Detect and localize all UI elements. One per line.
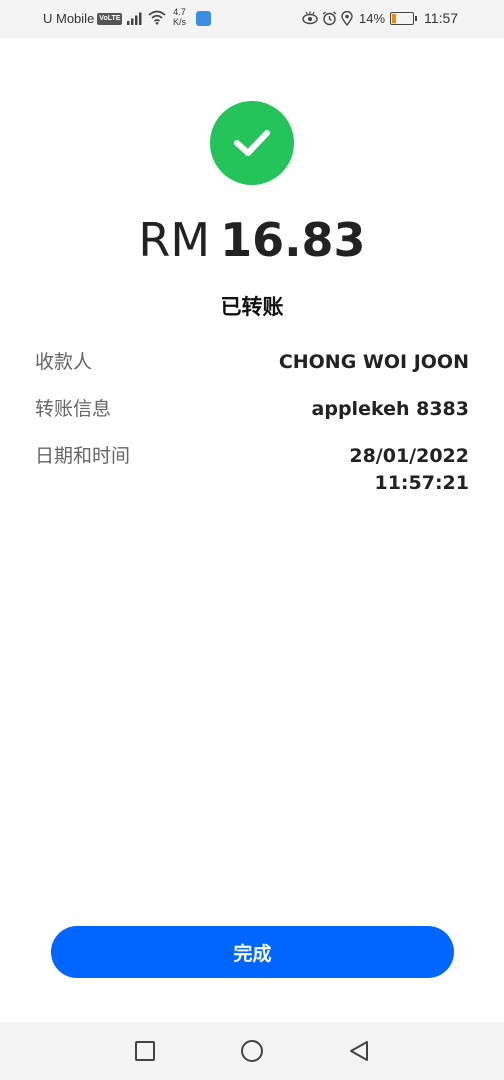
wifi-icon [148, 10, 166, 25]
check-icon [234, 130, 270, 156]
clock: 11:57 [424, 10, 459, 26]
back-triangle-icon[interactable] [347, 1039, 371, 1063]
home-circle-icon[interactable] [240, 1039, 264, 1063]
battery-percent: 14% [359, 10, 386, 26]
volte-badge: VoLTE [97, 12, 123, 25]
carrier-group: U Mobile VoLTE [43, 11, 123, 26]
signal-icon [127, 12, 142, 25]
navigation-bar [0, 1022, 504, 1080]
carrier-name: U Mobile [43, 11, 95, 26]
transfer-status: 已转账 [220, 295, 284, 319]
network-speed-unit: K/s [173, 17, 187, 27]
success-check-icon [210, 101, 294, 185]
network-speed: 4.7 K/s [173, 7, 186, 27]
recipient-label: 收款人 [35, 351, 93, 373]
datetime-label: 日期和时间 [35, 445, 131, 467]
amount-currency: RM [138, 213, 211, 267]
network-speed-value: 4.7 [173, 7, 186, 17]
reference-label: 转账信息 [35, 398, 112, 420]
date-value: 28/01/2022 [349, 445, 469, 467]
alarm-icon [322, 10, 337, 25]
status-bar: U Mobile VoLTE 4.7 K/s 14% 11:57 [0, 0, 504, 38]
datetime-value: 28/01/2022 11:57:21 [349, 443, 469, 497]
battery-fill [392, 13, 397, 23]
transfer-success-screen: U Mobile VoLTE 4.7 K/s 14% 11:57 RM 16.8… [0, 0, 504, 1080]
eye-icon [302, 11, 318, 25]
recents-square-icon[interactable] [133, 1039, 157, 1063]
battery-icon [390, 11, 418, 25]
transfer-amount: RM 16.83 [0, 210, 504, 270]
app-notification-icon [196, 11, 211, 26]
time-value: 11:57:21 [374, 472, 469, 494]
status-icons: 14% 11:57 [302, 10, 458, 26]
reference-value: applekeh 8383 [311, 398, 469, 420]
location-icon [341, 10, 353, 26]
amount-value: 16.83 [220, 213, 366, 267]
done-button[interactable]: 完成 [51, 926, 454, 978]
recipient-value: CHONG WOI JOON [278, 351, 469, 373]
